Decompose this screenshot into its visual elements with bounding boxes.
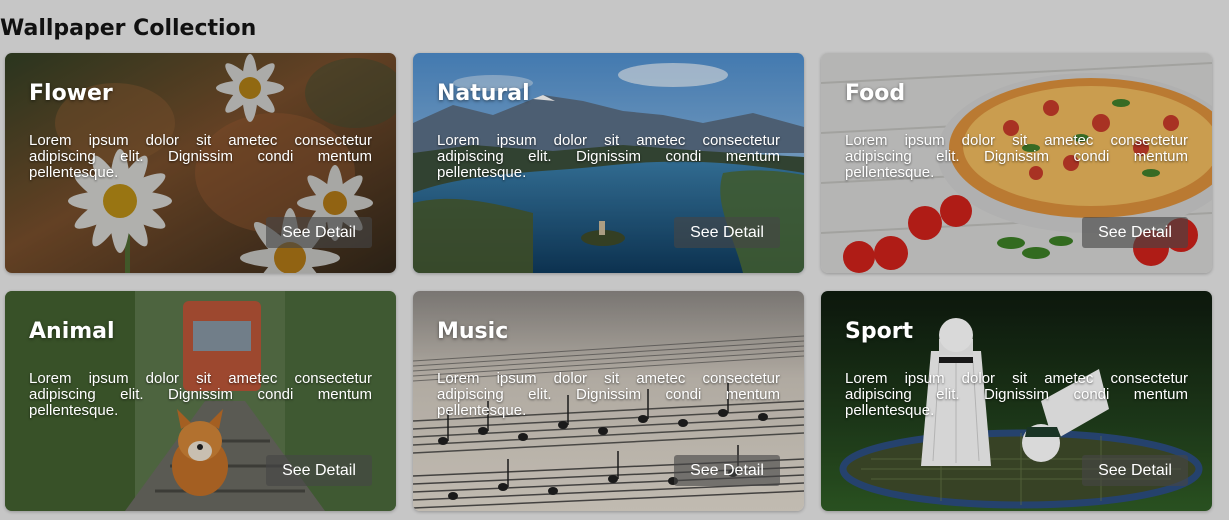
card-food[interactable]: Food Lorem ipsum dolor sit ametec consec… [821,53,1212,273]
card-title: Natural [437,81,530,106]
see-detail-button[interactable]: See Detail [266,455,372,486]
card-animal[interactable]: Animal Lorem ipsum dolor sit ametec cons… [5,291,396,511]
card-flower[interactable]: Flower Lorem ipsum dolor sit ametec cons… [5,53,396,273]
card-music[interactable]: Music Lorem ipsum dolor sit ametec conse… [413,291,804,511]
card-title: Music [437,319,509,344]
card-description: Lorem ipsum dolor sit ametec consectetur… [29,132,372,181]
card-title: Food [845,81,906,106]
see-detail-button[interactable]: See Detail [266,217,372,248]
see-detail-button[interactable]: See Detail [1082,455,1188,486]
see-detail-button[interactable]: See Detail [1082,217,1188,248]
card-title: Animal [29,319,115,344]
card-description: Lorem ipsum dolor sit ametec consectetur… [29,370,372,419]
card-description: Lorem ipsum dolor sit ametec consectetur… [437,370,780,419]
wallpaper-grid: Flower Lorem ipsum dolor sit ametec cons… [5,53,1212,511]
card-description: Lorem ipsum dolor sit ametec consectetur… [845,370,1188,419]
card-description: Lorem ipsum dolor sit ametec consectetur… [437,132,780,181]
card-natural[interactable]: Natural Lorem ipsum dolor sit ametec con… [413,53,804,273]
page-title: Wallpaper Collection [0,16,257,41]
see-detail-button[interactable]: See Detail [674,217,780,248]
card-sport[interactable]: Sport Lorem ipsum dolor sit ametec conse… [821,291,1212,511]
card-title: Sport [845,319,914,344]
card-title: Flower [29,81,113,106]
card-description: Lorem ipsum dolor sit ametec consectetur… [845,132,1188,181]
see-detail-button[interactable]: See Detail [674,455,780,486]
